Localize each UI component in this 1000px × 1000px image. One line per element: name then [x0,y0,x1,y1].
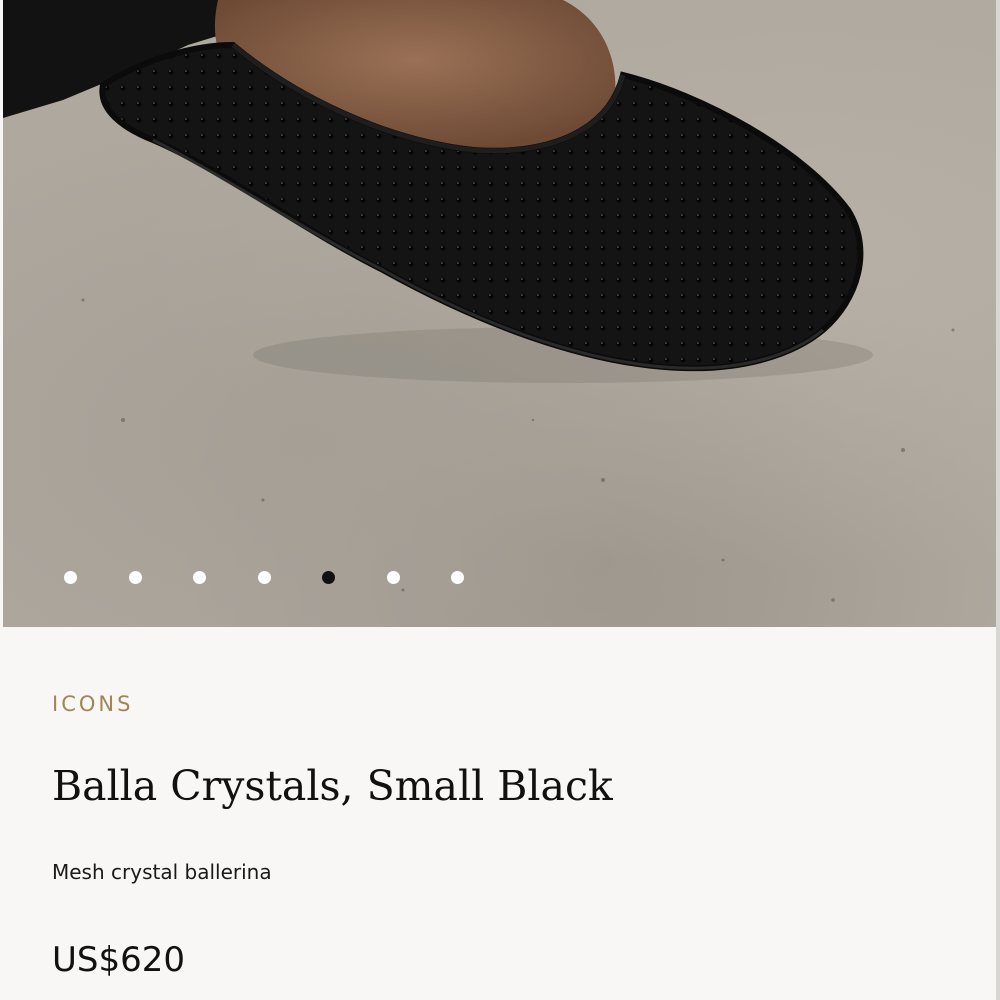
collection-label[interactable]: ICONS [52,692,133,716]
product-photo [3,0,955,602]
carousel-dot-5-active[interactable] [322,571,335,584]
carousel-pagination [3,568,1000,586]
product-title: Balla Crystals, Small Black [52,762,613,810]
carousel-dot-4[interactable] [258,571,271,584]
product-image-carousel[interactable] [3,0,1000,627]
product-page: ICONS Balla Crystals, Small Black Mesh c… [0,0,1000,1000]
product-subtitle: Mesh crystal ballerina [52,860,272,884]
carousel-dot-2[interactable] [129,571,142,584]
carousel-dot-1[interactable] [64,571,77,584]
product-price: US$620 [52,940,185,980]
carousel-dot-3[interactable] [193,571,206,584]
carousel-dot-6[interactable] [387,571,400,584]
carousel-dot-7[interactable] [451,571,464,584]
